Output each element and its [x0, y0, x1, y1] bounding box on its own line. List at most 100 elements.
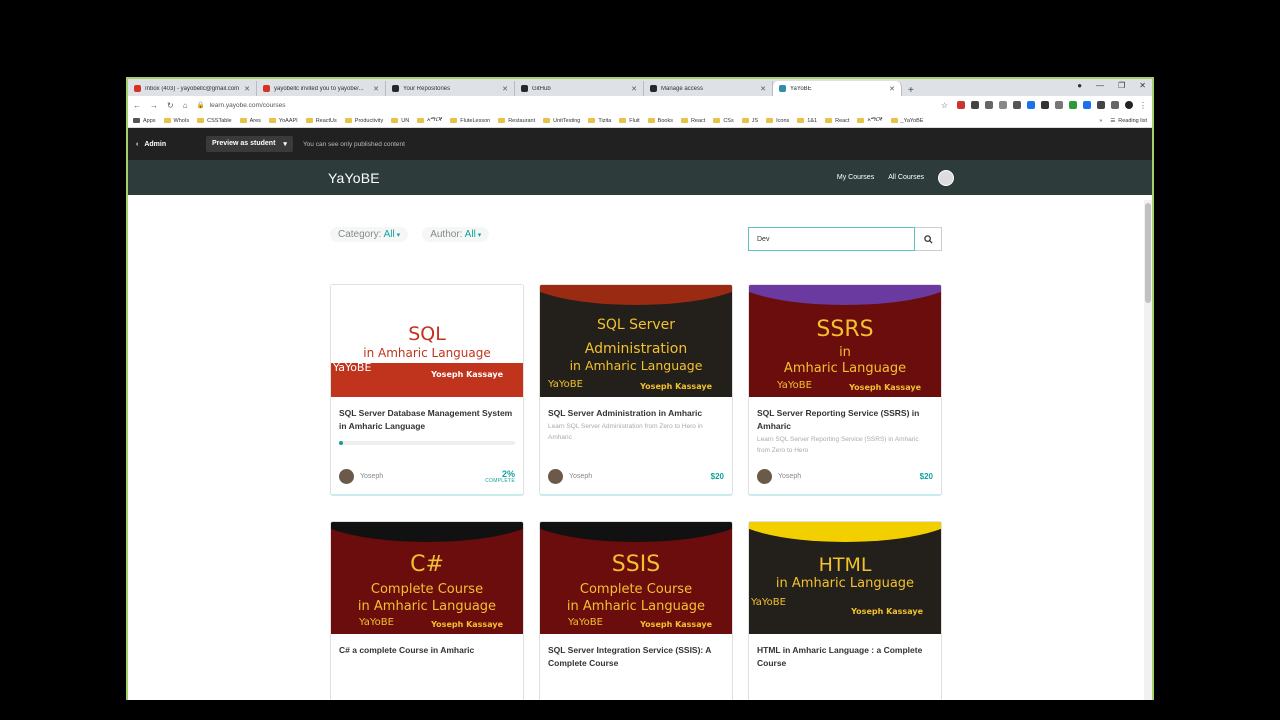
bookmark-item[interactable]: UnitTesting: [543, 117, 580, 124]
course-card[interactable]: SSRS in Amharic Language YaYoBE Yoseph K…: [748, 284, 942, 496]
browser-tab[interactable]: YaYoBE ✕: [773, 81, 902, 96]
admin-back-link[interactable]: ‹ Admin: [136, 141, 196, 148]
extension-icon[interactable]: [1027, 101, 1035, 109]
extension-icon[interactable]: [1055, 101, 1063, 109]
bookmark-item[interactable]: WhoIs: [163, 117, 190, 124]
card-footer: Yoseph $20: [548, 469, 724, 484]
course-thumbnail: SQL in Amharic Language YaYoBE Yoseph Ka…: [331, 285, 523, 397]
bookmark-label: WhoIs: [173, 117, 190, 124]
my-courses-link[interactable]: My Courses: [837, 174, 874, 181]
course-card[interactable]: HTML in Amharic Language YaYoBE Yoseph K…: [748, 521, 942, 720]
extension-icon[interactable]: [971, 101, 979, 109]
bookmark-item[interactable]: ReactUs: [305, 117, 337, 124]
menu-icon[interactable]: ⋮: [1139, 101, 1147, 110]
bookmark-item[interactable]: 1&1: [797, 117, 817, 124]
profile-icon[interactable]: ●: [1077, 81, 1082, 90]
extension-icon[interactable]: [985, 101, 993, 109]
bookmark-item[interactable]: UN: [391, 117, 409, 124]
preview-as-student-dropdown[interactable]: Preview as student ▾: [206, 136, 293, 152]
bookmark-label: CSSTable: [207, 117, 232, 124]
brand-logo[interactable]: YaYoBE: [328, 170, 380, 186]
search-button[interactable]: [915, 227, 942, 251]
bookmark-item[interactable]: አማርኛ: [417, 117, 442, 124]
tab-label: Manage access: [661, 85, 704, 92]
thumb-author: Yoseph Kassaye: [849, 383, 921, 392]
course-card[interactable]: SQL in Amharic Language YaYoBE Yoseph Ka…: [330, 284, 524, 496]
folder-icon: [619, 118, 627, 123]
forward-icon[interactable]: →: [150, 101, 158, 110]
search-input[interactable]: [748, 227, 915, 251]
bookmark-item[interactable]: YoAAPI: [268, 117, 298, 124]
bookmarks-overflow-icon[interactable]: »: [1099, 118, 1102, 124]
scrollbar-thumb[interactable]: [1145, 203, 1151, 303]
extension-icon[interactable]: [1097, 101, 1105, 109]
extension-icon[interactable]: [1083, 101, 1091, 109]
reading-list-button[interactable]: ☰ Reading list: [1110, 118, 1147, 124]
tab-close-icon[interactable]: ✕: [502, 85, 508, 93]
puzzle-icon[interactable]: [1111, 101, 1119, 109]
bookmark-item[interactable]: Apps: [133, 117, 156, 124]
tab-close-icon[interactable]: ✕: [889, 85, 895, 93]
bookmark-item[interactable]: Fluit: [619, 117, 640, 124]
bookmark-item[interactable]: React: [680, 117, 705, 124]
avatar-icon[interactable]: [1125, 101, 1133, 109]
browser-tab[interactable]: Your Repositories ✕: [386, 81, 515, 96]
browser-tab[interactable]: Manage access ✕: [644, 81, 773, 96]
extension-icon[interactable]: [1069, 101, 1077, 109]
thumb-author: Yoseph Kassaye: [431, 620, 503, 629]
close-window-button[interactable]: ✕: [1139, 81, 1146, 90]
bookmark-item[interactable]: Icons: [766, 117, 789, 124]
author-avatar: [757, 469, 772, 484]
user-avatar[interactable]: [938, 169, 954, 186]
course-card[interactable]: SSIS Complete Course in Amharic Language…: [539, 521, 733, 720]
bookmark-item[interactable]: Productivity: [344, 117, 383, 124]
bookmark-item[interactable]: Books: [647, 117, 673, 124]
video-letterbox-bottom: [0, 700, 1280, 720]
course-card[interactable]: SQL Server Administration in Amharic Lan…: [539, 284, 733, 496]
apps-icon: [133, 118, 140, 123]
author-filter[interactable]: Author: All ▾: [422, 227, 490, 242]
bookmark-item[interactable]: CSSTable: [197, 117, 232, 124]
thumb-author: Yoseph Kassaye: [431, 370, 503, 379]
all-courses-link[interactable]: All Courses: [888, 174, 924, 181]
extension-icon[interactable]: [1041, 101, 1049, 109]
bookmark-item[interactable]: CSs: [713, 117, 734, 124]
browser-tab[interactable]: yayobellc invited you to yayobe/... ✕: [257, 81, 386, 96]
tab-close-icon[interactable]: ✕: [244, 85, 250, 93]
course-card[interactable]: C# Complete Course in Amharic Language Y…: [330, 521, 524, 720]
progress-bar: [339, 441, 515, 446]
browser-tab[interactable]: GitHub ✕: [515, 81, 644, 96]
extension-icon[interactable]: [957, 101, 965, 109]
bookmark-item[interactable]: Ares: [239, 117, 261, 124]
tab-close-icon[interactable]: ✕: [373, 85, 379, 93]
preview-label: Preview as student: [212, 140, 276, 147]
bookmark-item[interactable]: _YaYoBE: [890, 117, 923, 124]
url-field[interactable]: 🔒 learn.yayobe.com/courses: [197, 101, 932, 110]
browser-tab[interactable]: Inbox (403) - yayobellc@gmail.com ✕: [128, 81, 257, 96]
tab-close-icon[interactable]: ✕: [631, 85, 637, 93]
category-filter[interactable]: Category: All ▾: [330, 227, 409, 242]
extension-icon[interactable]: [999, 101, 1007, 109]
nav-links: My Courses All Courses: [837, 169, 954, 186]
restore-button[interactable]: ❐: [1118, 81, 1125, 90]
bookmark-item[interactable]: React: [825, 117, 849, 124]
bookmark-item[interactable]: Restaurant: [498, 117, 535, 124]
folder-icon: [268, 118, 276, 123]
progress-fill: [339, 441, 343, 446]
new-tab-button[interactable]: +: [902, 85, 920, 96]
tab-close-icon[interactable]: ✕: [760, 85, 766, 93]
bookmark-star-icon[interactable]: ☆: [941, 101, 948, 110]
bookmark-item[interactable]: JS: [741, 117, 758, 124]
bookmark-item[interactable]: Tizita: [588, 117, 611, 124]
course-thumbnail: SQL Server Administration in Amharic Lan…: [540, 285, 732, 397]
folder-icon: [344, 118, 352, 123]
bookmark-item[interactable]: አማርኛ: [857, 117, 883, 124]
minimize-button[interactable]: —: [1096, 81, 1104, 90]
extension-icon[interactable]: [1013, 101, 1021, 109]
home-icon[interactable]: ⌂: [183, 101, 188, 110]
bookmark-label: Ares: [249, 117, 261, 124]
bookmark-item[interactable]: FluteLesson: [450, 117, 490, 124]
reload-icon[interactable]: ↻: [167, 101, 174, 110]
course-title: HTML in Amharic Language : a Complete Co…: [757, 645, 923, 669]
back-icon[interactable]: ←: [133, 101, 141, 110]
